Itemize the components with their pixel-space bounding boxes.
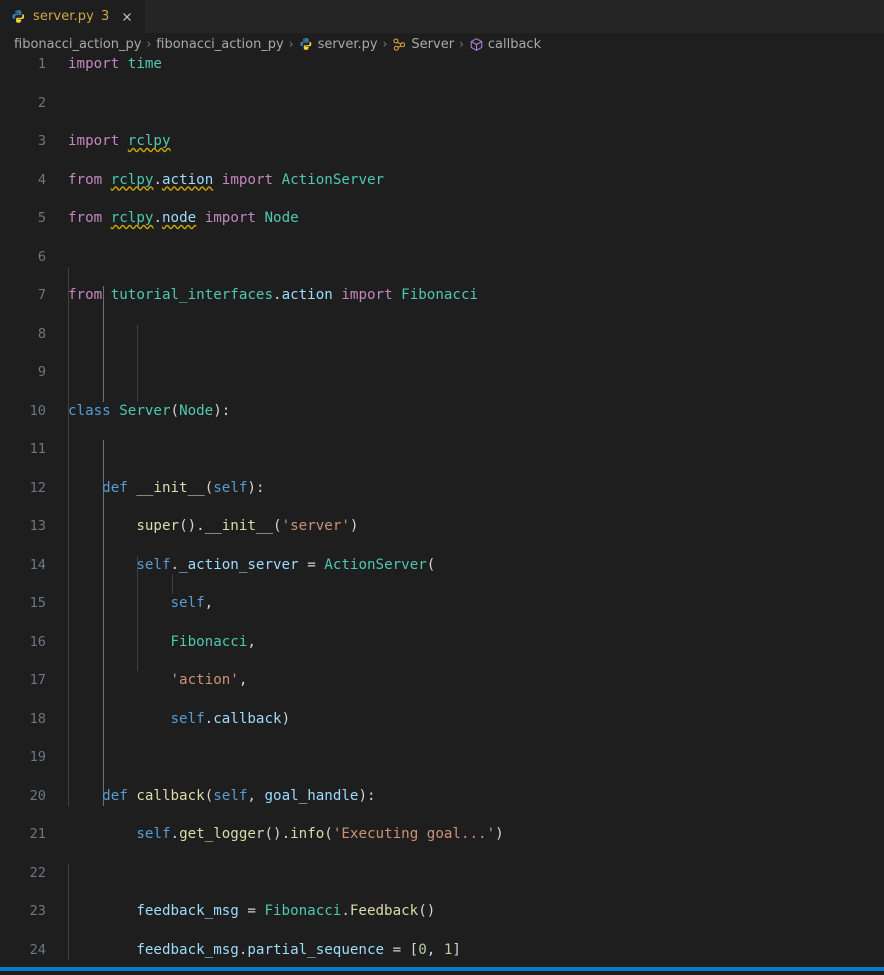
breadcrumb-item-4[interactable]: callback bbox=[469, 37, 541, 52]
line-number: 14 bbox=[29, 556, 46, 573]
code-text: 'action', bbox=[170, 672, 248, 688]
code-text: self.callback) bbox=[170, 710, 291, 727]
code-editor[interactable]: 1 import time 2 3 import rclpy 4 from rclpy.ac… bbox=[0, 55, 884, 971]
line-number: 8 bbox=[37, 325, 46, 342]
editor-tab-bar: server.py 3 bbox=[0, 0, 884, 33]
code-line[interactable]: 2 bbox=[0, 94, 884, 113]
code-line[interactable]: 17 'action', bbox=[0, 671, 884, 690]
breadcrumb-label: callback bbox=[487, 36, 542, 52]
breadcrumb-label: server.py bbox=[317, 36, 378, 52]
code-text: feedback_msg.partial_sequence = [0, 1] bbox=[136, 941, 461, 958]
line-number: 3 bbox=[37, 133, 46, 149]
code-text: class Server(Node): bbox=[68, 402, 231, 419]
code-text: from rclpy.node import Node bbox=[68, 210, 299, 226]
code-text: def __init__(self): bbox=[102, 479, 265, 496]
line-number: 4 bbox=[37, 171, 46, 188]
line-number: 9 bbox=[37, 364, 46, 380]
line-number: 17 bbox=[29, 672, 46, 688]
code-text: import time bbox=[68, 56, 162, 72]
code-line[interactable]: 8 bbox=[0, 325, 884, 344]
line-number: 1 bbox=[37, 56, 46, 72]
code-text: self.get_logger().info('Executing goal..… bbox=[136, 826, 504, 842]
code-line[interactable]: 13 super().__init__('server') bbox=[0, 517, 884, 536]
python-icon bbox=[12, 9, 25, 23]
line-number: 2 bbox=[37, 94, 46, 111]
code-line[interactable]: 11 bbox=[0, 440, 884, 459]
code-line[interactable]: 16 Fibonacci, bbox=[0, 633, 884, 652]
code-line[interactable]: 21 self.get_logger().info('Executing goa… bbox=[0, 825, 884, 844]
code-line[interactable]: 6 bbox=[0, 248, 884, 267]
line-number: 20 bbox=[29, 787, 46, 804]
breadcrumb-label: Server bbox=[411, 36, 455, 52]
code-line[interactable]: 3 import rclpy bbox=[0, 132, 884, 151]
class-icon bbox=[393, 37, 406, 51]
breadcrumb-item-1[interactable]: fibonacci_action_py bbox=[156, 37, 283, 52]
line-number: 23 bbox=[29, 903, 46, 919]
code-line[interactable]: 9 bbox=[0, 363, 884, 382]
line-number: 10 bbox=[29, 402, 46, 419]
code-text: feedback_msg = Fibonacci.Feedback() bbox=[136, 903, 436, 919]
breadcrumb-separator: › bbox=[146, 37, 152, 51]
code-text: self, bbox=[170, 595, 214, 611]
code-line[interactable]: 4 from rclpy.action import ActionServer bbox=[0, 171, 884, 190]
code-line[interactable]: 20 def callback(self, goal_handle): bbox=[0, 787, 884, 806]
line-number: 21 bbox=[29, 826, 46, 842]
breadcrumb-separator: › bbox=[459, 37, 464, 51]
breadcrumb-label: fibonacci_action_py bbox=[156, 36, 284, 52]
code-text: from tutorial_interfaces.action import F… bbox=[68, 287, 479, 303]
breadcrumb: fibonacci_action_py › fibonacci_action_p… bbox=[0, 33, 884, 55]
line-number: 15 bbox=[29, 595, 46, 611]
line-number: 22 bbox=[29, 864, 46, 881]
line-number: 24 bbox=[29, 941, 46, 958]
code-line[interactable]: 10 class Server(Node): bbox=[0, 402, 884, 421]
breadcrumb-item-3[interactable]: Server bbox=[392, 37, 454, 52]
code-line[interactable]: 7 from tutorial_interfaces.action import … bbox=[0, 286, 884, 305]
code-line[interactable]: 15 self, bbox=[0, 594, 884, 613]
code-line[interactable]: 14 self._action_server = ActionServer( bbox=[0, 556, 884, 575]
code-line[interactable]: 18 self.callback) bbox=[0, 710, 884, 729]
close-icon[interactable] bbox=[119, 9, 135, 25]
tab-error-badge: 3 bbox=[100, 9, 110, 24]
code-text: self._action_server = ActionServer( bbox=[136, 556, 436, 573]
line-number: 12 bbox=[29, 479, 46, 496]
line-number: 7 bbox=[37, 287, 46, 303]
code-line[interactable]: 19 bbox=[0, 748, 884, 767]
breadcrumb-item-0[interactable]: fibonacci_action_py bbox=[14, 37, 141, 52]
line-number: 6 bbox=[37, 248, 46, 265]
code-content[interactable]: 1 import time 2 3 import rclpy 4 from rclpy.ac… bbox=[0, 55, 884, 971]
code-line[interactable]: 23 feedback_msg = Fibonacci.Feedback() bbox=[0, 902, 884, 921]
code-line[interactable]: 1 import time bbox=[0, 55, 884, 74]
code-text: Fibonacci, bbox=[170, 633, 256, 650]
code-text: from rclpy.action import ActionServer bbox=[68, 171, 385, 188]
close-glyph bbox=[123, 12, 132, 21]
code-line[interactable]: 12 def __init__(self): bbox=[0, 479, 884, 498]
breadcrumb-separator: › bbox=[288, 37, 294, 51]
code-text: def callback(self, goal_handle): bbox=[102, 787, 376, 804]
code-line[interactable]: 24 feedback_msg.partial_sequence = [0, 1… bbox=[0, 941, 884, 960]
tab-label: server.py bbox=[33, 9, 94, 24]
code-line[interactable]: 22 bbox=[0, 864, 884, 883]
code-line[interactable]: 5 from rclpy.node import Node bbox=[0, 209, 884, 228]
code-text: import rclpy bbox=[68, 133, 171, 149]
breadcrumb-label: fibonacci_action_py bbox=[14, 36, 142, 52]
status-bar-accent bbox=[0, 967, 884, 971]
code-text: super().__init__('server') bbox=[136, 518, 359, 534]
line-number: 18 bbox=[29, 710, 46, 727]
line-number: 13 bbox=[29, 518, 46, 534]
line-number: 19 bbox=[29, 749, 46, 765]
line-number: 16 bbox=[29, 633, 46, 650]
python-icon bbox=[299, 37, 311, 50]
breadcrumb-item-2[interactable]: server.py bbox=[299, 37, 378, 52]
line-number: 5 bbox=[37, 210, 46, 226]
method-icon bbox=[470, 37, 483, 51]
tab-server-py[interactable]: server.py 3 bbox=[0, 0, 146, 33]
breadcrumb-separator: › bbox=[382, 37, 388, 51]
line-number: 11 bbox=[29, 441, 46, 457]
